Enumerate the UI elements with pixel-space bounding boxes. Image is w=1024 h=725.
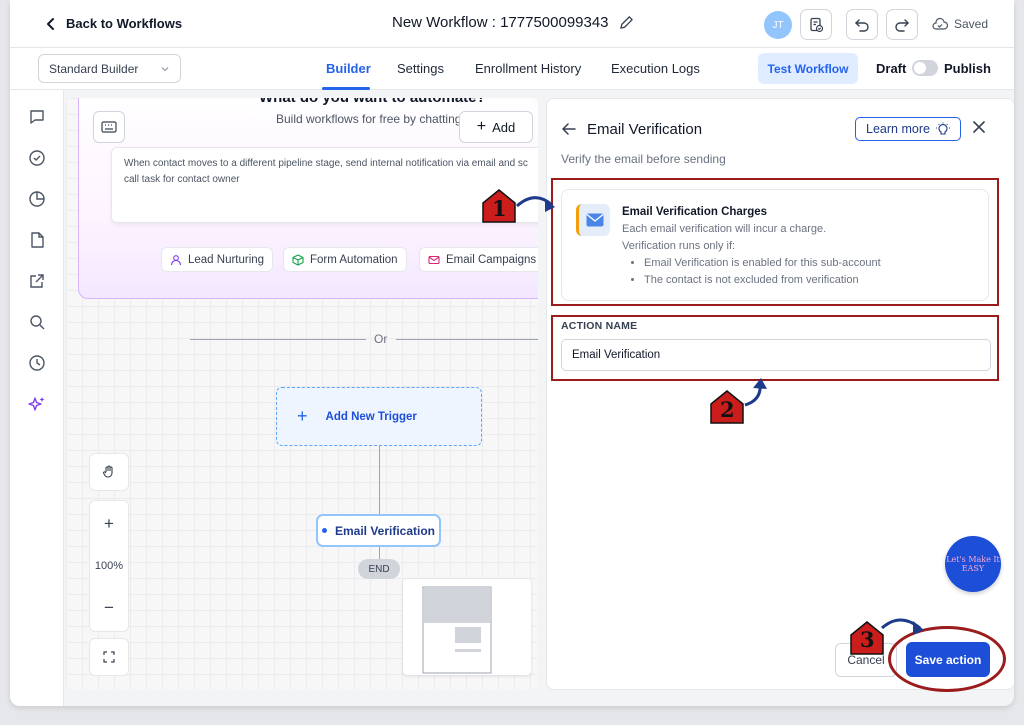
cube-icon (292, 253, 304, 266)
document-check-icon (810, 17, 824, 32)
or-label: Or (374, 332, 388, 346)
undo-button[interactable] (846, 9, 878, 40)
external-link-icon[interactable] (28, 272, 46, 290)
panel-subtitle: Verify the email before sending (561, 152, 726, 166)
left-sidebar (10, 90, 64, 706)
node-label: Email Verification (334, 523, 436, 538)
test-workflow-button[interactable]: Test Workflow (758, 53, 858, 84)
prompt-text: When contact moves to a different pipeli… (124, 158, 528, 185)
check-circle-icon[interactable] (28, 149, 46, 167)
workflow-notes-button[interactable] (800, 9, 832, 40)
keyboard-icon (101, 121, 117, 133)
cloud-check-icon (932, 17, 948, 30)
chat-icon[interactable] (28, 108, 46, 126)
annotation-box-charges (551, 178, 999, 306)
learn-more-label: Learn more (866, 122, 930, 136)
top-bar: Back to Workflows New Workflow : 1777500… (10, 0, 1014, 48)
zoom-out-button[interactable]: − (104, 598, 114, 618)
annotation-box-action-name (551, 315, 999, 381)
workflow-title-text: New Workflow : 1777500099343 (392, 14, 609, 31)
back-label: Back to Workflows (66, 16, 183, 31)
history-icon[interactable] (28, 354, 46, 372)
chip-lead-nurturing[interactable]: Lead Nurturing (161, 247, 274, 272)
chip-label: Form Automation (310, 253, 398, 266)
tab-execution-logs[interactable]: Execution Logs (611, 61, 700, 76)
saved-label: Saved (954, 17, 989, 31)
connector-line (379, 446, 380, 514)
active-tab-indicator (322, 87, 370, 90)
sub-navigation-bar: Standard Builder Builder Settings Enroll… (10, 48, 1014, 90)
file-icon[interactable] (28, 231, 46, 249)
back-to-workflows-link[interactable]: Back to Workflows (44, 16, 182, 31)
expand-icon (103, 651, 115, 663)
badge-text: Let's Make It EASY (946, 555, 1000, 573)
prompt-textarea[interactable]: When contact moves to a different pipeli… (111, 147, 538, 223)
fit-view-button[interactable] (89, 638, 129, 676)
publish-label: Publish (944, 61, 991, 76)
annotation-number-2: 2 (720, 397, 735, 422)
chip-form-automation[interactable]: Form Automation (283, 247, 407, 272)
panel-title: Email Verification (587, 121, 703, 138)
chip-email-campaigns[interactable]: Email Campaigns (419, 247, 538, 272)
add-trigger-label: Add New Trigger (325, 410, 417, 423)
arrow-left-icon[interactable] (561, 121, 577, 137)
keyboard-button[interactable] (93, 111, 125, 143)
minimap-preview (422, 586, 492, 674)
lightbulb-icon (935, 122, 950, 135)
sparkles-icon[interactable] (28, 395, 46, 413)
annotation-number-1: 1 (492, 196, 507, 221)
add-label: Add (492, 119, 516, 135)
publish-toggle[interactable] (912, 60, 938, 76)
chevron-down-icon (161, 66, 169, 71)
user-icon (170, 254, 182, 265)
redo-icon (895, 18, 909, 32)
workflow-canvas[interactable]: What do you want to automate? Build work… (66, 98, 538, 690)
annotation-number-3: 3 (860, 627, 875, 652)
builder-mode-select[interactable]: Standard Builder (38, 54, 181, 83)
zoom-in-button[interactable]: + (104, 514, 114, 534)
tab-settings[interactable]: Settings (397, 61, 444, 76)
node-status-dot (321, 528, 327, 533)
plus-icon: + (476, 118, 487, 135)
avatar[interactable]: JT (764, 11, 792, 39)
plus-icon: + (297, 406, 308, 426)
chip-label: Email Campaigns (446, 253, 537, 266)
ai-builder-subtitle: Build workflows for free by chatting (276, 112, 462, 126)
saved-status: Saved (932, 17, 988, 31)
pencil-icon[interactable] (619, 15, 634, 30)
workflow-title: New Workflow : 1777500099343 (392, 14, 634, 31)
chevron-left-icon (47, 17, 54, 30)
hand-icon (102, 465, 113, 478)
tab-enrollment-history[interactable]: Enrollment History (475, 61, 581, 76)
redo-button[interactable] (886, 9, 918, 40)
zoom-level: 100% (94, 560, 124, 572)
chip-label: Lead Nurturing (188, 253, 265, 266)
search-icon[interactable] (28, 313, 46, 331)
undo-icon (855, 18, 869, 32)
draft-label: Draft (876, 61, 907, 76)
mail-icon (428, 255, 440, 264)
help-badge-logo[interactable]: Let's Make It EASY (945, 536, 1001, 592)
annotation-oval-save (888, 626, 1006, 692)
tab-builder[interactable]: Builder (326, 61, 371, 76)
pan-tool-button[interactable] (89, 453, 129, 491)
ai-builder-title: What do you want to automate? (259, 98, 486, 106)
pie-chart-icon[interactable] (28, 190, 46, 208)
end-node: END (358, 559, 400, 579)
or-divider-left (190, 339, 366, 340)
builder-mode-value: Standard Builder (49, 61, 139, 76)
minimap[interactable] (403, 579, 531, 675)
ai-builder-card: What do you want to automate? Build work… (78, 98, 538, 299)
connector-line (379, 547, 380, 559)
learn-more-button[interactable]: Learn more (855, 117, 961, 141)
add-context-button[interactable]: + Add (459, 111, 533, 143)
zoom-controls: + 100% − (89, 500, 129, 632)
close-icon[interactable] (971, 119, 987, 135)
or-divider-right (396, 339, 538, 340)
add-new-trigger-button[interactable]: + Add New Trigger (276, 387, 482, 446)
email-verification-node[interactable]: Email Verification (316, 514, 441, 547)
